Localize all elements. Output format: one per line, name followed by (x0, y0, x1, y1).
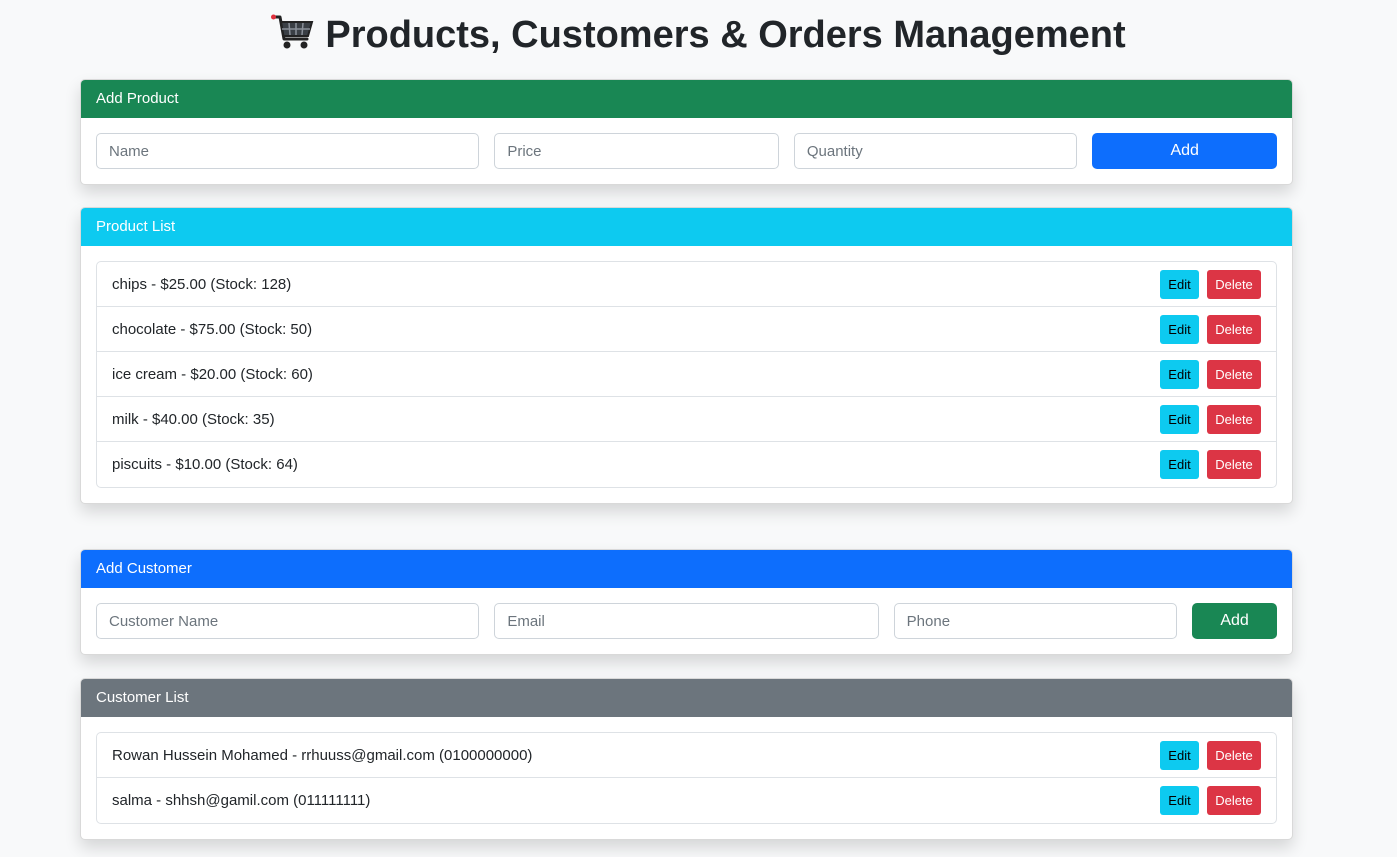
customer-list-card: Customer List Rowan Hussein Mohamed - rr… (80, 678, 1293, 840)
add-product-header: Add Product (81, 80, 1292, 118)
edit-product-button[interactable]: Edit (1160, 314, 1199, 344)
product-name-input[interactable] (96, 133, 480, 169)
product-list: chips - $25.00 (Stock: 128) Edit Delete … (96, 261, 1277, 488)
edit-product-button[interactable]: Edit (1160, 359, 1199, 389)
delete-customer-button[interactable]: Delete (1207, 786, 1261, 815)
delete-product-button[interactable]: Delete (1207, 269, 1261, 299)
customer-row-text: salma - shhsh@gamil.com (011111111) (112, 792, 371, 809)
product-row-text: piscuits - $10.00 (Stock: 64) (112, 456, 298, 473)
add-customer-button[interactable]: Add (1192, 603, 1278, 639)
product-price-input[interactable] (494, 133, 779, 169)
product-row: chocolate - $75.00 (Stock: 50) Edit Dele… (97, 307, 1276, 352)
product-list-header: Product List (81, 208, 1292, 246)
add-customer-header: Add Customer (81, 550, 1292, 588)
customer-row-text: Rowan Hussein Mohamed - rrhuuss@gmail.co… (112, 746, 533, 764)
edit-customer-button[interactable]: Edit (1160, 786, 1199, 815)
product-row-text: ice cream - $20.00 (Stock: 60) (112, 365, 313, 383)
edit-product-button[interactable]: Edit (1160, 404, 1199, 434)
delete-customer-button[interactable]: Delete (1207, 740, 1261, 770)
product-row: chips - $25.00 (Stock: 128) Edit Delete (97, 262, 1276, 307)
page-title: Products, Customers & Orders Management (0, 12, 1397, 63)
product-row-text: chocolate - $75.00 (Stock: 50) (112, 320, 313, 338)
edit-customer-button[interactable]: Edit (1160, 740, 1199, 770)
add-product-button[interactable]: Add (1092, 133, 1278, 169)
page-title-text: Products, Customers & Orders Management (325, 14, 1126, 56)
delete-product-button[interactable]: Delete (1207, 404, 1261, 434)
add-customer-card: Add Customer Add (80, 549, 1293, 655)
customer-name-input[interactable] (96, 603, 480, 639)
product-quantity-input[interactable] (793, 133, 1078, 169)
add-product-form: Add (96, 133, 1278, 169)
edit-product-button[interactable]: Edit (1160, 450, 1199, 479)
delete-product-button[interactable]: Delete (1207, 450, 1261, 479)
add-customer-form: Add (96, 603, 1278, 639)
product-row: ice cream - $20.00 (Stock: 60) Edit Dele… (97, 352, 1276, 397)
customer-row: salma - shhsh@gamil.com (011111111) Edit… (97, 778, 1276, 823)
product-list-card: Product List chips - $25.00 (Stock: 128)… (80, 207, 1293, 504)
delete-product-button[interactable]: Delete (1207, 359, 1261, 389)
customer-row: Rowan Hussein Mohamed - rrhuuss@gmail.co… (97, 733, 1276, 778)
customer-list-header: Customer List (81, 679, 1292, 717)
add-product-card: Add Product Add (80, 79, 1293, 185)
shopping-cart-icon (271, 12, 315, 63)
customer-phone-input[interactable] (893, 603, 1178, 639)
delete-product-button[interactable]: Delete (1207, 314, 1261, 344)
edit-product-button[interactable]: Edit (1160, 269, 1199, 299)
product-row: milk - $40.00 (Stock: 35) Edit Delete (97, 397, 1276, 442)
customer-list: Rowan Hussein Mohamed - rrhuuss@gmail.co… (96, 732, 1277, 824)
product-row-text: chips - $25.00 (Stock: 128) (112, 275, 292, 293)
customer-email-input[interactable] (494, 603, 879, 639)
product-row-text: milk - $40.00 (Stock: 35) (112, 410, 275, 428)
product-row: piscuits - $10.00 (Stock: 64) Edit Delet… (97, 442, 1276, 487)
